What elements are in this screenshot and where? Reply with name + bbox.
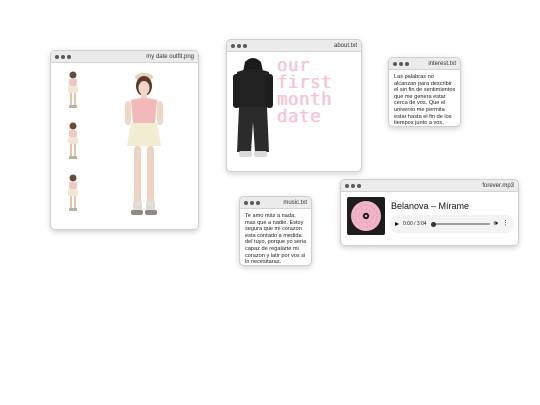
window-dots-icon[interactable] [393, 61, 409, 66]
hoodie-figure-image [233, 58, 273, 157]
window-dots-icon[interactable] [231, 43, 247, 48]
song-title: Belanova – Mírame [391, 201, 470, 211]
outfit-thumbnail [68, 122, 78, 159]
playback-time: 0:00 / 3:04 [403, 221, 427, 227]
outfit-image-window[interactable]: my date outfit.png [50, 50, 199, 230]
our-first-month-date-text: our first month date [277, 56, 333, 127]
about-window[interactable]: about.txt our first month date [226, 39, 362, 172]
outfit-thumbnail [68, 71, 78, 108]
window-title: about.txt [333, 42, 357, 49]
volume-icon[interactable]: 🕪 [494, 220, 498, 228]
title-bar[interactable]: my date outfit.png [51, 51, 198, 63]
title-bar[interactable]: music.txt [240, 197, 311, 209]
music-text: Te amo más a nada, mas que a nadie. Esto… [245, 213, 307, 265]
progress-knob[interactable] [430, 221, 436, 227]
window-dots-icon[interactable] [244, 200, 260, 205]
window-title: my date outfit.png [146, 53, 194, 60]
music-window[interactable]: music.txt Te amo más a nada, mas que a n… [239, 196, 312, 266]
outfit-image [51, 63, 198, 229]
title-bar[interactable]: forever.mp3 [341, 180, 518, 192]
interest-text-area[interactable]: Las palabras no alcanzan para describir … [389, 70, 460, 126]
window-title: forever.mp3 [482, 182, 514, 189]
outfit-thumbnail [68, 174, 78, 211]
window-dots-icon[interactable] [55, 54, 71, 59]
music-player-window[interactable]: forever.mp3 Belanova – Mírame 0:00 / 3:0… [340, 179, 519, 246]
play-icon[interactable] [395, 222, 399, 226]
progress-slider[interactable] [430, 221, 490, 227]
window-title: music.txt [283, 199, 307, 206]
window-title: interest.txt [428, 60, 456, 67]
title-bar[interactable]: interest.txt [389, 58, 460, 70]
audio-player[interactable]: 0:00 / 3:04 🕪 ⋮ [390, 215, 514, 233]
about-content: our first month date [227, 52, 361, 171]
more-options-icon[interactable]: ⋮ [502, 220, 509, 227]
outfit-main-figure [125, 73, 163, 215]
window-dots-icon[interactable] [345, 183, 361, 188]
title-bar[interactable]: about.txt [227, 40, 361, 52]
album-cover-image [347, 197, 385, 235]
interest-text: Las palabras no alcanzan para describir … [394, 74, 456, 126]
interest-window[interactable]: interest.txt Las palabras no alcanzan pa… [388, 57, 461, 127]
player-body: Belanova – Mírame 0:00 / 3:04 🕪 ⋮ [341, 192, 518, 245]
music-text-area[interactable]: Te amo más a nada, mas que a nadie. Esto… [240, 209, 311, 265]
